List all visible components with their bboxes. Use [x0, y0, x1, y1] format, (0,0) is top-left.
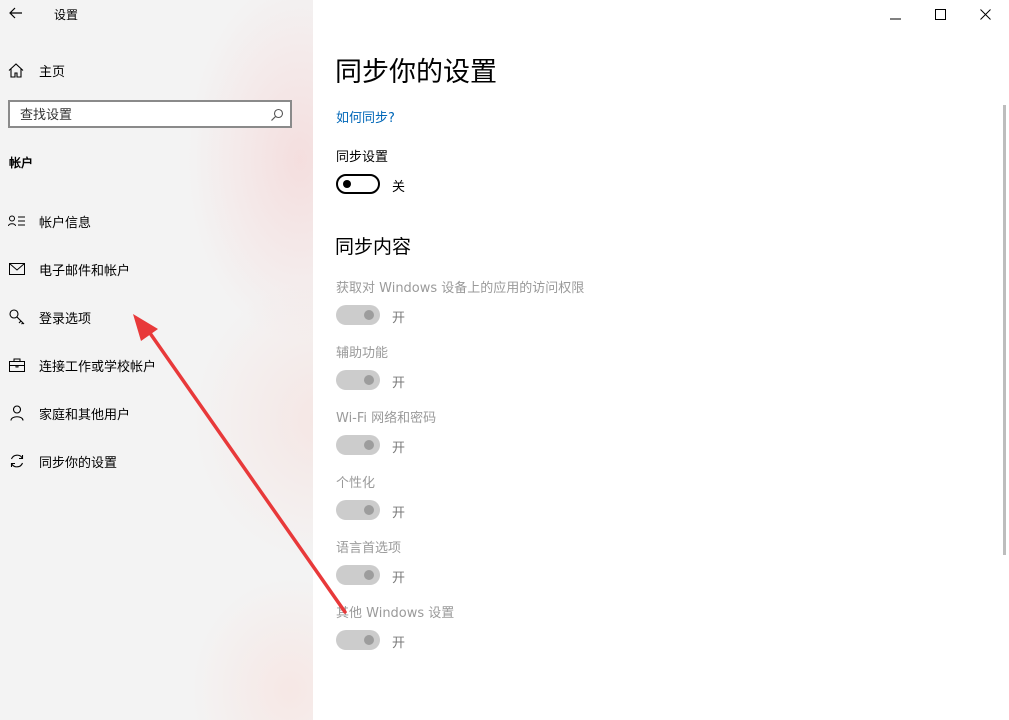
person-icon: [7, 405, 27, 421]
key-icon: [7, 309, 27, 325]
mail-icon: [7, 263, 27, 275]
toggle-knob: [364, 505, 374, 515]
section-title-accounts: 帐户: [9, 156, 34, 170]
how-to-sync-link[interactable]: 如何同步?: [336, 107, 395, 126]
sidebar-item-home[interactable]: 主页: [0, 56, 313, 84]
sync-icon: [7, 453, 27, 469]
sidebar-item-label: 电子邮件和帐户: [39, 263, 131, 279]
toggle-knob: [364, 375, 374, 385]
sync-item-state: 开: [392, 311, 406, 326]
sync-settings-label: 同步设置: [336, 150, 389, 165]
search-icon[interactable]: [270, 107, 284, 126]
sync-item-toggle-accessibility[interactable]: [336, 370, 380, 390]
sync-item-label-language: 语言首选项: [336, 541, 402, 556]
search-input[interactable]: [18, 105, 262, 125]
sidebar-item-email-accounts[interactable]: 电子邮件和帐户: [0, 251, 313, 287]
home-icon: [8, 62, 28, 78]
sidebar-item-label: 家庭和其他用户: [39, 407, 131, 423]
sidebar-item-label: 同步你的设置: [39, 455, 118, 471]
sidebar-item-sign-in-options[interactable]: 登录选项: [0, 299, 313, 335]
back-arrow-icon: [9, 4, 23, 23]
toggle-knob: [343, 180, 351, 188]
sidebar-item-account-info[interactable]: 帐户信息: [0, 203, 313, 239]
account-info-icon: [7, 215, 27, 227]
app-title: 设置: [54, 8, 79, 22]
scrollbar[interactable]: [1003, 105, 1006, 555]
maximize-button[interactable]: [917, 0, 963, 28]
toggle-knob: [364, 310, 374, 320]
back-button[interactable]: [5, 2, 27, 24]
toggle-knob: [364, 635, 374, 645]
minimize-icon: [889, 5, 901, 24]
sidebar-item-label: 连接工作或学校帐户: [39, 359, 157, 375]
sync-item-label-personalization: 个性化: [336, 476, 376, 491]
sidebar: 设置 主页 帐户 帐户信息 电子邮件和帐户 登录选项 连接工作或学校: [0, 0, 313, 720]
close-button[interactable]: [962, 0, 1008, 28]
sync-item-state: 开: [392, 506, 406, 521]
sidebar-item-work-school[interactable]: 连接工作或学校帐户: [0, 347, 313, 383]
sync-item-toggle-personalization[interactable]: [336, 500, 380, 520]
sync-item-state: 开: [392, 571, 406, 586]
sync-item-toggle-language[interactable]: [336, 565, 380, 585]
sidebar-item-label: 登录选项: [39, 311, 92, 327]
briefcase-icon: [7, 358, 27, 372]
sync-item-label-wifi: Wi-Fi 网络和密码: [336, 411, 437, 426]
close-icon: [979, 5, 991, 24]
sync-settings-state: 关: [392, 180, 406, 195]
sync-item-label-accessibility: 辅助功能: [336, 346, 389, 361]
sync-item-toggle-wifi[interactable]: [336, 435, 380, 455]
sync-item-label-other-windows: 其他 Windows 设置: [336, 606, 455, 621]
sidebar-item-label: 主页: [39, 64, 66, 80]
sidebar-item-family-users[interactable]: 家庭和其他用户: [0, 395, 313, 431]
maximize-icon: [934, 5, 946, 24]
sync-content-heading: 同步内容: [335, 236, 412, 258]
search-box[interactable]: [8, 100, 292, 128]
toggle-knob: [364, 570, 374, 580]
sidebar-item-sync-settings[interactable]: 同步你的设置: [0, 443, 313, 479]
toggle-knob: [364, 440, 374, 450]
sync-item-state: 开: [392, 441, 406, 456]
sync-settings-toggle[interactable]: [336, 174, 380, 194]
page-title: 同步你的设置: [335, 57, 497, 88]
sync-item-state: 开: [392, 376, 406, 391]
sync-item-toggle-app-access[interactable]: [336, 305, 380, 325]
sidebar-item-label: 帐户信息: [39, 215, 92, 231]
sync-item-label-app-access: 获取对 Windows 设备上的应用的访问权限: [336, 281, 585, 296]
sync-item-state: 开: [392, 636, 406, 651]
minimize-button[interactable]: [872, 0, 918, 28]
sync-item-toggle-other-windows[interactable]: [336, 630, 380, 650]
